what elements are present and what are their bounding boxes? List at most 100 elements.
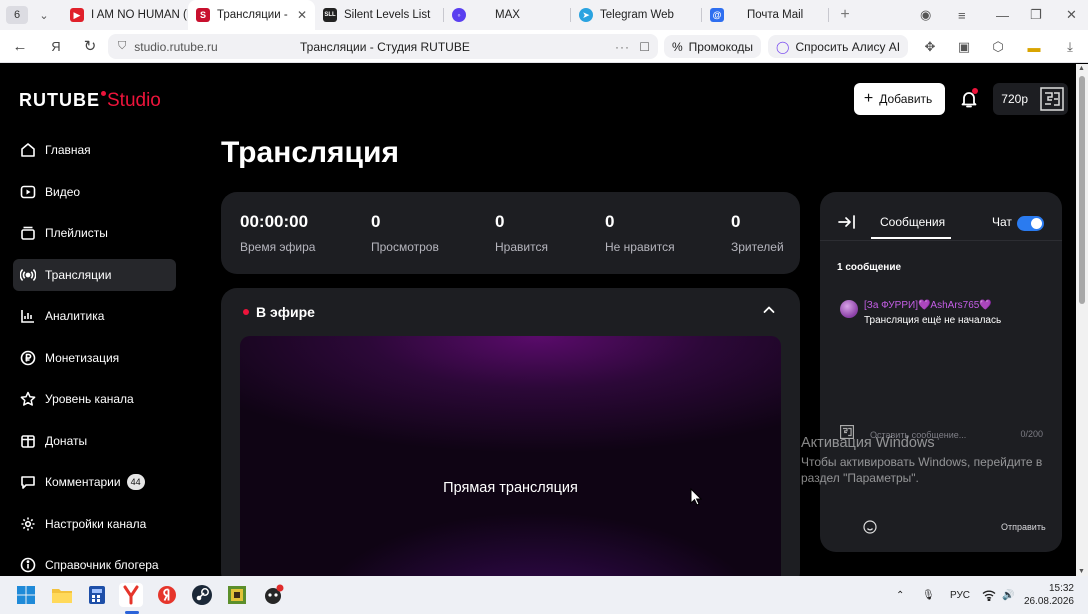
wifi-icon[interactable] [982, 576, 996, 614]
sidebar-item-channel-level[interactable]: Уровень канала [13, 383, 176, 415]
stat-label: Просмотров [371, 240, 439, 254]
game-icon[interactable] [225, 583, 249, 607]
sidebar-item-broadcasts[interactable]: Трансляции [13, 258, 176, 291]
telegram-icon: ➤ [579, 8, 593, 22]
sidebar-item-label: Главная [45, 143, 91, 157]
restore-icon[interactable]: ❐ [1030, 0, 1042, 30]
tab-title: Почта Mail [747, 9, 804, 21]
scroll-thumb[interactable] [1079, 76, 1085, 304]
minimize-icon[interactable]: — [996, 0, 1009, 30]
url-field[interactable]: ⛉ studio.rutube.ru Трансляции - Студия R… [108, 34, 658, 59]
sidebar-item-comments[interactable]: Комментарии 44 [13, 466, 176, 498]
max-icon: ◦ [452, 8, 466, 22]
yandex-icon[interactable] [155, 583, 179, 607]
media-icon[interactable]: ▣ [956, 39, 972, 55]
yandex-browser-icon[interactable] [119, 583, 143, 607]
stat-value: 0 [495, 212, 505, 231]
home-icon [19, 141, 37, 159]
language-indicator[interactable]: РУС [950, 576, 970, 614]
tab-i-am-no-human[interactable]: ▶ I AM NO HUMAN (In [62, 0, 188, 30]
calculator-icon[interactable] [85, 583, 109, 607]
profile-icon[interactable]: ◉ [920, 0, 931, 30]
sidebar-item-playlists[interactable]: Плейлисты [13, 217, 176, 249]
browser-tab-bar: 6 ⌄ ▶ I AM NO HUMAN (In S Трансляции - С… [0, 0, 1088, 30]
promo-button[interactable]: % Промокоды [664, 35, 761, 58]
close-icon[interactable]: ✕ [297, 8, 307, 22]
ask-alice-button[interactable]: ◯ Спросить Алису AI [768, 35, 909, 58]
logo-sub: Studio [107, 90, 161, 111]
header-actions: + Добавить 720p [853, 83, 1068, 115]
stat-value: 0 [731, 212, 741, 231]
sidebar-item-label: Видео [45, 184, 81, 199]
close-window-icon[interactable]: ✕ [1066, 0, 1077, 30]
rutube-studio-logo[interactable]: RUTUBE Studio [19, 90, 161, 112]
tab-telegram[interactable]: ➤ Telegram Web [571, 0, 701, 30]
sidebar-item-video[interactable]: Видео [13, 176, 176, 208]
download-icon[interactable]: ⤓ [1062, 39, 1078, 55]
sidebar-item-label: Уровень канала [45, 392, 134, 406]
back-icon[interactable]: ← [8, 34, 32, 58]
sidebar-item-monetization[interactable]: Монетизация [13, 342, 176, 374]
puzzle-icon[interactable]: ⬡ [990, 39, 1006, 55]
send-button[interactable]: Отправить [1001, 522, 1046, 532]
tab-messages[interactable]: Сообщения [880, 215, 945, 229]
file-explorer-icon[interactable] [50, 583, 74, 607]
sidebar-item-channel-settings[interactable]: Настройки канала [13, 508, 176, 540]
scroll-down-icon[interactable]: ▼ [1078, 568, 1085, 575]
notifications-button[interactable] [949, 88, 989, 108]
settings-icon [19, 515, 37, 533]
scroll-up-icon[interactable]: ▲ [1078, 65, 1085, 72]
extensions-icon[interactable]: ✥ [922, 39, 938, 55]
tab-title: I AM NO HUMAN (In [91, 9, 188, 21]
tab-silent-levels[interactable]: SLL Silent Levels List [315, 0, 443, 30]
yandex-icon[interactable]: Я [44, 34, 68, 58]
volume-icon[interactable]: 🔊 [1002, 576, 1014, 614]
sidebar-item-label: Монетизация [45, 350, 120, 365]
tab-max[interactable]: ◦ MAX [444, 0, 570, 30]
microphone-icon[interactable]: 🎙 [922, 576, 935, 614]
stat-label: Время эфира [240, 240, 316, 254]
windows-start-icon[interactable] [14, 583, 38, 607]
sidebar-item-blogger-guide[interactable]: Справочник блогера [13, 549, 176, 576]
more-icon[interactable]: ··· [615, 40, 630, 54]
clock-time: 15:32 [1048, 583, 1074, 594]
alice-icon: ◯ [776, 39, 790, 54]
steam-icon[interactable] [190, 583, 214, 607]
message-author: [За ФУРРИ]💜AshArs765💜 [864, 300, 992, 311]
clock-date: 26.08.2026 [1023, 596, 1074, 607]
bot-app-icon[interactable] [261, 583, 285, 607]
sidebar-item-analytics[interactable]: Аналитика [13, 300, 176, 332]
chevron-up-icon[interactable] [762, 303, 776, 322]
avatar [840, 300, 858, 318]
stat-label: Не нравится [605, 240, 675, 254]
quality-selector[interactable]: 720p [993, 83, 1036, 115]
bookmark-icon[interactable]: ☐ [639, 40, 650, 54]
notification-dot [972, 88, 979, 94]
add-button[interactable]: + Добавить [853, 83, 946, 115]
tab-rutube-studio[interactable]: S Трансляции - Сту ✕ [188, 0, 315, 30]
folder-icon[interactable]: ▬ [1026, 39, 1042, 55]
emoji-icon[interactable] [863, 520, 877, 539]
tab-counter[interactable]: 6 [6, 6, 28, 24]
new-tab-button[interactable]: + [835, 5, 855, 25]
chat-toggle-label: Чат [992, 215, 1012, 229]
sidebar-item-donations[interactable]: Донаты [13, 425, 176, 457]
shield-icon: ⛉ [118, 40, 127, 52]
sidebar-item-home[interactable]: Главная [13, 134, 176, 166]
video-player[interactable]: Прямая трансляция [240, 336, 781, 576]
chevron-up-icon[interactable]: ⌃ [896, 576, 904, 614]
logo-dot [101, 91, 106, 96]
avatar[interactable] [1036, 83, 1068, 115]
sidebar: Главная Видео Плейлисты Трансляции Анали… [13, 134, 176, 576]
chevron-down-icon[interactable]: ⌄ [34, 9, 54, 22]
watermark-line2: раздел "Параметры". [801, 471, 919, 485]
page-scrollbar[interactable]: ▲ ▼ [1076, 64, 1088, 576]
tab-title: Telegram Web [600, 9, 674, 21]
reload-icon[interactable]: ↻ [78, 34, 102, 58]
browser-menu-icon[interactable]: ≡ [958, 0, 966, 30]
system-clock[interactable]: 15:32 26.08.2026 [1024, 582, 1074, 608]
tab-mail[interactable]: @ Почта Mail [702, 0, 828, 30]
mail-icon: @ [710, 8, 724, 22]
chat-toggle[interactable] [1017, 216, 1044, 231]
collapse-chat-icon[interactable] [838, 214, 856, 235]
